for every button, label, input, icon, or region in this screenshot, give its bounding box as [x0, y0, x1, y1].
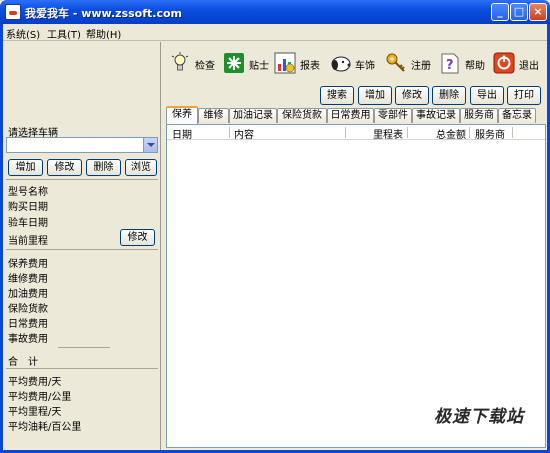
help-tool-button[interactable]: ? 帮助: [439, 50, 487, 76]
vehicle-panel: 请选择车辆 增加 修改 删除 浏览 型号名称 购买日期 验车日期 当前里程 修改…: [3, 42, 161, 450]
tips-label: 贴士: [249, 61, 269, 72]
help-icon: ?: [441, 53, 459, 74]
repair-cost-label: 维修费用: [8, 274, 48, 285]
divider: [6, 179, 158, 180]
report-tool-button[interactable]: 报表: [274, 50, 324, 76]
exit-label: 退出: [519, 61, 539, 72]
divider: [6, 368, 158, 369]
total-label: 合 计: [8, 357, 38, 368]
menu-tools[interactable]: 工具(T): [47, 26, 81, 41]
edit-vehicle-button[interactable]: 修改: [47, 159, 82, 176]
tab-maintenance[interactable]: 保养: [166, 106, 198, 124]
exit-icon: [493, 52, 515, 74]
avg-mileage-per-day-label: 平均里程/天: [8, 407, 62, 418]
column-date[interactable]: 日期: [172, 126, 192, 141]
snoopy-icon: [331, 56, 351, 72]
check-label: 检查: [195, 61, 215, 72]
delete-record-button[interactable]: 删除: [432, 86, 466, 105]
register-label: 注册: [411, 61, 431, 72]
edit-record-button[interactable]: 修改: [395, 86, 429, 105]
window-title: 我爱我车 - www.zssoft.com: [25, 7, 183, 20]
column-divider[interactable]: [469, 127, 470, 138]
tab-insurance[interactable]: 保险货款: [277, 108, 327, 123]
key-icon: [386, 53, 405, 72]
decor-tool-button[interactable]: 车饰: [329, 50, 379, 76]
minimize-button[interactable]: _: [491, 3, 509, 21]
title-bar[interactable]: 我爱我车 - www.zssoft.com _ □ ×: [0, 0, 550, 24]
menu-bar: 系统(S) 工具(T) 帮助(H): [3, 24, 547, 41]
tab-daily[interactable]: 日常费用: [327, 108, 374, 123]
avg-cost-per-day-label: 平均费用/天: [8, 377, 62, 388]
table-header: 日期 内容 里程表 总金额 服务商: [167, 125, 545, 141]
divider: [6, 249, 158, 250]
client-area: 系统(S) 工具(T) 帮助(H) 请选择车辆 增加 修改 删除 浏览 型号名称…: [3, 24, 547, 450]
avg-fuel-per-100km-label: 平均油耗/百公里: [8, 422, 82, 433]
report-label: 报表: [300, 61, 320, 72]
add-record-button[interactable]: 增加: [358, 86, 392, 105]
tab-fuel[interactable]: 加油记录: [229, 108, 277, 123]
tab-memo[interactable]: 备忘录: [498, 108, 536, 123]
column-divider[interactable]: [345, 127, 346, 138]
svg-text:?: ?: [446, 58, 454, 73]
tab-accident[interactable]: 事故记录: [412, 108, 460, 123]
column-divider[interactable]: [407, 127, 408, 138]
insurance-cost-label: 保险货款: [8, 304, 48, 315]
column-divider[interactable]: [512, 127, 513, 138]
column-service-provider[interactable]: 服务商: [475, 126, 505, 141]
check-tool-button[interactable]: 检查: [169, 50, 219, 76]
maximize-button[interactable]: □: [510, 3, 528, 21]
watermark-logo: 极速下载站: [434, 407, 524, 427]
delete-vehicle-button[interactable]: 删除: [86, 159, 121, 176]
report-icon: [274, 52, 296, 74]
help-label: 帮助: [465, 61, 485, 72]
app-car-icon[interactable]: [5, 4, 21, 20]
add-vehicle-button[interactable]: 增加: [8, 159, 43, 176]
records-table[interactable]: 日期 内容 里程表 总金额 服务商: [166, 124, 546, 448]
daily-cost-label: 日常费用: [8, 319, 48, 330]
inspection-date-label: 验车日期: [8, 218, 48, 229]
tab-repair[interactable]: 维修: [198, 108, 229, 123]
app-window: 我爱我车 - www.zssoft.com _ □ × 系统(S) 工具(T) …: [0, 0, 550, 453]
column-total-amount[interactable]: 总金额: [436, 126, 466, 141]
tab-parts[interactable]: 零部件: [374, 108, 412, 123]
decor-label: 车饰: [355, 61, 375, 72]
maintenance-cost-label: 保养费用: [8, 259, 48, 270]
print-button[interactable]: 打印: [507, 86, 541, 105]
tips-tool-button[interactable]: 贴士: [223, 50, 269, 76]
chevron-down-icon[interactable]: [143, 138, 157, 152]
browse-vehicle-button[interactable]: 浏览: [125, 159, 157, 176]
search-button[interactable]: 搜索: [320, 86, 354, 105]
exit-tool-button[interactable]: 退出: [493, 50, 543, 76]
fuel-cost-label: 加油费用: [8, 289, 48, 300]
tips-icon: [224, 53, 244, 73]
lightbulb-icon: [171, 52, 189, 71]
export-button[interactable]: 导出: [470, 86, 504, 105]
divider: [58, 347, 110, 348]
menu-help[interactable]: 帮助(H): [86, 26, 121, 41]
column-divider[interactable]: [229, 127, 230, 138]
close-button[interactable]: ×: [529, 3, 547, 21]
register-tool-button[interactable]: 注册: [385, 50, 433, 76]
menu-system[interactable]: 系统(S): [6, 26, 40, 41]
accident-cost-label: 事故费用: [8, 334, 48, 345]
column-content[interactable]: 内容: [234, 126, 254, 141]
vehicle-select[interactable]: [6, 137, 158, 153]
tab-service-provider[interactable]: 服务商: [460, 108, 498, 123]
avg-cost-per-km-label: 平均费用/公里: [8, 392, 72, 403]
edit-mileage-button[interactable]: 修改: [120, 229, 155, 246]
main-toolbar: 检查 贴士 报表 车饰 注册 ? 帮助 退出: [163, 42, 547, 85]
purchase-date-label: 购买日期: [8, 202, 48, 213]
column-odometer[interactable]: 里程表: [373, 126, 403, 141]
model-name-label: 型号名称: [8, 187, 48, 198]
current-mileage-label: 当前里程: [8, 236, 48, 247]
